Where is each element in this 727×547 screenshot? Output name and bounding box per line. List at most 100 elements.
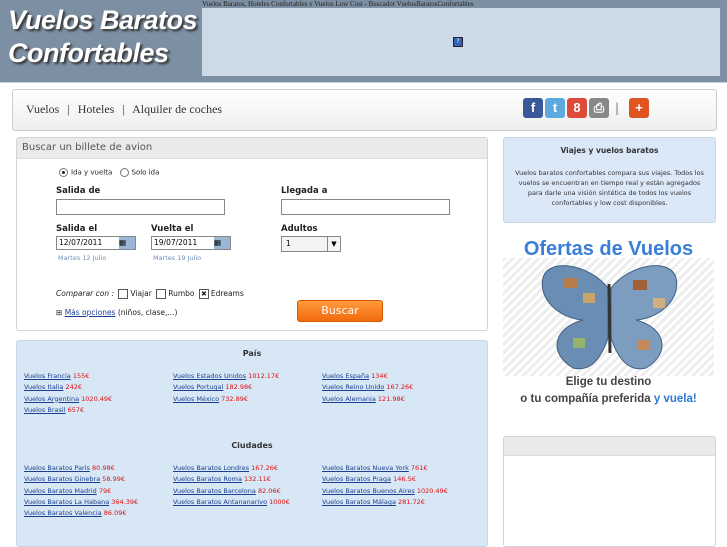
destination-link[interactable]: Vuelos España xyxy=(322,372,369,380)
add-icon[interactable]: + xyxy=(629,98,650,118)
depart-hint: Martes 12 Julio xyxy=(58,254,107,262)
return-date-value: 19/07/2011 xyxy=(154,238,198,247)
list-item: Vuelos Italia 242€ xyxy=(24,382,82,393)
compare-row: Comparar con : Viajar Rumbo ✖ Edreams xyxy=(56,289,244,299)
destination-link[interactable]: Vuelos Baratos Praga xyxy=(322,475,391,483)
price-label: 657€ xyxy=(67,405,85,414)
nav-bar: Vuelos | Hoteles | Alquiler de coches f … xyxy=(12,89,717,131)
list-item: Vuelos Baratos Paris 80.98€ xyxy=(24,463,115,474)
twitter-icon[interactable]: t xyxy=(545,98,565,118)
logo-line-2: Confortables xyxy=(8,38,169,68)
list-item: Vuelos Baratos Madrid 79€ xyxy=(24,486,111,497)
checkbox-viajar[interactable] xyxy=(118,289,129,299)
radio-round-trip[interactable] xyxy=(59,168,68,177)
destination-link[interactable]: Vuelos Francia xyxy=(24,372,71,380)
print-icon[interactable]: ⎙ xyxy=(589,98,609,118)
list-item: Vuelos España 134€ xyxy=(322,371,388,382)
destination-link[interactable]: Vuelos Estados Unidos xyxy=(173,372,246,380)
list-item: Vuelos Baratos Ginebra 58.99€ xyxy=(24,474,125,485)
destination-link[interactable]: Vuelos Baratos Barcelona xyxy=(173,487,256,495)
price-label: 86.09€ xyxy=(103,509,127,518)
depart-date-input[interactable]: 12/07/2011 ▦ xyxy=(56,236,136,250)
compare-edreams-label: Edreams xyxy=(210,289,244,298)
nav-item-vuelos[interactable]: Vuelos xyxy=(26,102,59,116)
price-label: 1020.49€ xyxy=(416,486,448,495)
destination-link[interactable]: Vuelos Reino Unido xyxy=(322,383,384,391)
calendar-icon[interactable]: ▦ xyxy=(214,237,230,249)
list-item: Vuelos Baratos La Habana 364.39€ xyxy=(24,497,138,508)
nav-separator: | xyxy=(67,102,70,116)
compare-rumbo-label: Rumbo xyxy=(168,289,195,298)
depart-date-value: 12/07/2011 xyxy=(59,238,103,247)
header: Vuelos Baratos Confortables Vuelos Barat… xyxy=(0,0,727,83)
price-label: 132.11€ xyxy=(244,475,271,484)
price-label: 155€ xyxy=(72,372,90,380)
destination-link[interactable]: Vuelos Italia xyxy=(24,383,63,391)
site-logo[interactable]: Vuelos Baratos Confortables xyxy=(8,4,198,70)
trip-type: Ida y vuelta Solo ida xyxy=(59,168,159,177)
list-item: Vuelos Baratos Praga 146.5€ xyxy=(322,474,416,485)
destination-link[interactable]: Vuelos Alemania xyxy=(322,395,376,403)
destination-link[interactable]: Vuelos Baratos Paris xyxy=(24,464,90,472)
list-item: Vuelos Argentina 1020.49€ xyxy=(24,394,112,405)
promo-line-2-accent: y vuela! xyxy=(653,393,697,405)
radio-one-way[interactable] xyxy=(119,168,129,177)
list-item: Vuelos México 732.89€ xyxy=(173,394,248,405)
return-hint: Martes 19 Julio xyxy=(153,254,202,262)
destination-link[interactable]: Vuelos Baratos Roma xyxy=(173,475,242,483)
google-plus-icon[interactable]: 8 xyxy=(567,98,587,118)
search-button[interactable]: Buscar xyxy=(297,300,383,322)
price-label: 242€ xyxy=(65,383,83,392)
nav-item-hoteles[interactable]: Hoteles xyxy=(78,102,115,116)
flight-search-panel: Buscar un billete de avion Ida y vuelta … xyxy=(16,137,488,331)
checkbox-edreams[interactable]: ✖ xyxy=(198,289,209,299)
nav-item-alquiler[interactable]: Alquiler de coches xyxy=(132,102,222,116)
destination-link[interactable]: Vuelos México xyxy=(173,395,219,403)
price-label: 732.89€ xyxy=(221,394,249,403)
destination-link[interactable]: Vuelos Portugal xyxy=(173,383,223,391)
from-input[interactable] xyxy=(56,199,225,215)
list-item: Vuelos Reino Unido 167.26€ xyxy=(322,382,413,393)
return-date-input[interactable]: 19/07/2011 ▦ xyxy=(151,236,231,250)
adults-select[interactable]: 1 ▼ xyxy=(281,236,341,252)
destination-link[interactable]: Vuelos Baratos Ginebra xyxy=(24,475,100,483)
ad-placeholder-icon: ? xyxy=(453,37,463,47)
sidebar-widget xyxy=(503,436,716,547)
price-label: 1000€ xyxy=(269,497,290,506)
promo-line-2-text: o tu compañía preferida xyxy=(520,393,651,405)
price-label: 79€ xyxy=(98,486,112,495)
destination-link[interactable]: Vuelos Baratos Antananarivo xyxy=(173,498,267,506)
info-text: Vuelos baratos confortables compara sus … xyxy=(515,169,704,207)
logo-line-1: Vuelos Baratos xyxy=(8,5,198,35)
list-item: Vuelos Baratos Londres 167.26€ xyxy=(173,463,278,474)
expand-icon[interactable]: ⊞ xyxy=(56,308,62,317)
destination-link[interactable]: Vuelos Baratos Málaga xyxy=(322,498,396,506)
destination-link[interactable]: Vuelos Argentina xyxy=(24,395,79,403)
price-label: 146.5€ xyxy=(393,475,416,484)
radio-round-label: Ida y vuelta xyxy=(71,168,113,177)
more-options-link[interactable]: Más opciones xyxy=(65,308,116,317)
compare-label: Comparar con : xyxy=(56,289,115,298)
checkbox-rumbo[interactable] xyxy=(156,289,167,299)
adults-value: 1 xyxy=(286,239,291,248)
promo-banner[interactable]: Ofertas de Vuelos Elige tu destino o tu … xyxy=(503,230,714,412)
compare-viajar-label: Viajar xyxy=(130,289,152,298)
to-label: Llegada a xyxy=(281,186,328,196)
nav-links: Vuelos | Hoteles | Alquiler de coches xyxy=(26,102,222,117)
calendar-icon[interactable]: ▦ xyxy=(119,237,135,249)
social-share: f t 8 ⎙ | + xyxy=(523,98,650,118)
destination-link[interactable]: Vuelos Baratos Valencia xyxy=(24,509,102,517)
price-label: 167.26€ xyxy=(251,464,279,472)
destination-link[interactable]: Vuelos Baratos Nueva York xyxy=(322,464,409,472)
destination-link[interactable]: Vuelos Baratos Madrid xyxy=(24,487,97,495)
radio-oneway-label: Solo ida xyxy=(131,168,160,177)
facebook-icon[interactable]: f xyxy=(523,98,543,118)
destination-link[interactable]: Vuelos Brasil xyxy=(24,406,65,414)
destination-link[interactable]: Vuelos Baratos Londres xyxy=(173,464,249,472)
price-label: 182.98€ xyxy=(225,383,253,392)
destination-link[interactable]: Vuelos Baratos Buenos Aires xyxy=(322,487,415,495)
price-label: 1012.17€ xyxy=(248,372,280,380)
to-input[interactable] xyxy=(281,199,450,215)
destination-link[interactable]: Vuelos Baratos La Habana xyxy=(24,498,109,506)
info-box: Viajes y vuelos baratos Vuelos baratos c… xyxy=(503,137,716,223)
